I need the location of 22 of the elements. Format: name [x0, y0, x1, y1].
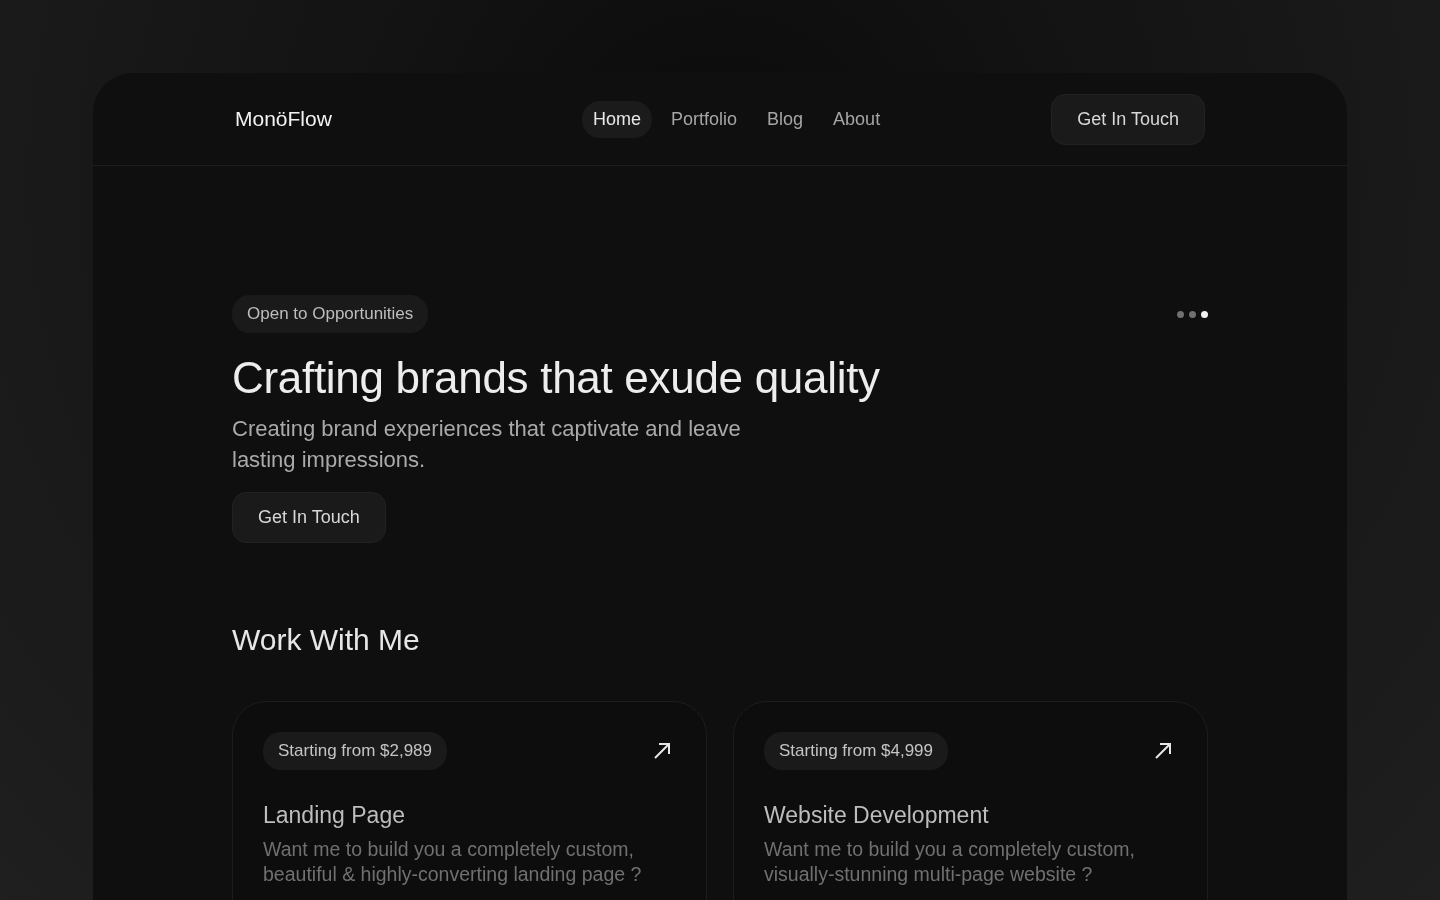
get-in-touch-button[interactable]: Get In Touch [1051, 93, 1205, 145]
price-badge: Starting from $4,999 [764, 732, 949, 770]
carousel-dot[interactable] [1177, 310, 1184, 318]
carousel-dot[interactable] [1189, 310, 1196, 318]
nav-link[interactable]: Home [582, 100, 652, 138]
price-badge: Starting from $2,989 [263, 732, 448, 770]
carousel-dot[interactable] [1201, 310, 1208, 318]
get-in-touch-button[interactable]: Get In Touch [232, 492, 386, 543]
nav-link[interactable]: About [822, 100, 892, 138]
arrow-icon[interactable] [653, 742, 671, 760]
arrow-icon[interactable] [1154, 742, 1172, 760]
nav-link[interactable]: Portfolio [660, 100, 749, 138]
hero-title: Crafting brands that exude quality [232, 353, 881, 403]
card-description: Want me to build you a completely custom, visually-stunning multi-page website ? [764, 837, 1137, 887]
nav-link[interactable]: Blog [756, 100, 815, 138]
card-title: Landing Page [263, 802, 406, 829]
logo[interactable]: MonöFlow [235, 107, 332, 131]
status-badge: Open to Opportunities [232, 295, 429, 333]
card-title: Website Development [764, 802, 990, 829]
card-description: Want me to build you a completely custom, beautiful & highly-converting landing page ? [263, 837, 643, 887]
hero-subtitle: Creating brand experiences that captivate and leave lasting impressions. [232, 415, 742, 474]
section-title: Work With Me [232, 623, 421, 657]
